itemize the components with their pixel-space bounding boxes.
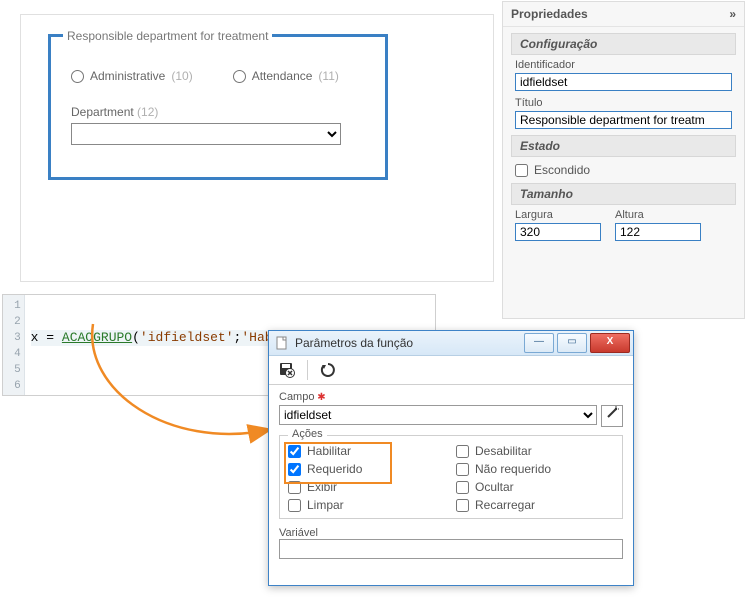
altura-label: Altura <box>615 209 701 221</box>
opt-habilitar[interactable]: Habilitar <box>288 444 446 458</box>
section-tamanho: Tamanho <box>511 183 736 205</box>
radio-attendance[interactable]: Attendance (11) <box>233 69 339 83</box>
opt-requerido[interactable]: Requerido <box>288 462 446 476</box>
opt-limpar[interactable]: Limpar <box>288 498 446 512</box>
section-configuracao: Configuração <box>511 33 736 55</box>
campo-select[interactable]: idfieldset <box>279 405 597 425</box>
variavel-input[interactable] <box>279 539 623 559</box>
variavel-label: Variável <box>279 527 623 539</box>
department-ord: (12) <box>137 105 158 119</box>
opt-desabilitar[interactable]: Desabilitar <box>456 444 614 458</box>
collapse-icon[interactable]: » <box>729 2 736 26</box>
opt-recarregar[interactable]: Recarregar <box>456 498 614 512</box>
identificador-input[interactable] <box>515 73 732 91</box>
department-label: Department <box>71 105 134 119</box>
identificador-label: Identificador <box>515 59 732 71</box>
radio-administrative-ord: (10) <box>171 69 192 83</box>
form-preview-panel: Responsible department for treatment Adm… <box>20 14 494 282</box>
document-icon <box>275 336 289 350</box>
habilitar-checkbox[interactable] <box>288 445 301 458</box>
properties-title: Propriedades <box>511 2 588 26</box>
escondido-label: Escondido <box>534 163 590 177</box>
acoes-fieldset: Ações Habilitar Desabilitar Requerido Nã… <box>279 435 623 519</box>
toolbar-separator <box>307 360 308 380</box>
titulo-input[interactable] <box>515 111 732 129</box>
nao-requerido-checkbox[interactable] <box>456 463 469 476</box>
annotation-arrow-icon <box>78 320 298 470</box>
department-select[interactable] <box>71 123 341 145</box>
limpar-checkbox[interactable] <box>288 499 301 512</box>
minimize-button[interactable]: — <box>524 333 554 353</box>
recarregar-checkbox[interactable] <box>456 499 469 512</box>
save-close-icon[interactable] <box>275 358 299 382</box>
radio-administrative-label: Administrative <box>90 69 165 83</box>
largura-label: Largura <box>515 209 601 221</box>
largura-input[interactable] <box>515 223 601 241</box>
properties-panel: Propriedades » Configuração Identificado… <box>502 1 745 319</box>
radio-administrative-input[interactable] <box>71 70 84 83</box>
dialog-title: Parâmetros da função <box>295 336 413 350</box>
code-gutter: 1 2 3 4 5 6 <box>3 295 25 395</box>
dialog-titlebar[interactable]: Parâmetros da função — ▭ X <box>269 331 633 356</box>
radio-attendance-label: Attendance <box>252 69 313 83</box>
escondido-checkbox[interactable] <box>515 164 528 177</box>
radio-administrative[interactable]: Administrative (10) <box>71 69 193 83</box>
refresh-icon[interactable] <box>316 358 340 382</box>
ocultar-checkbox[interactable] <box>456 481 469 494</box>
campo-label: Campo <box>279 391 314 403</box>
opt-ocultar[interactable]: Ocultar <box>456 480 614 494</box>
function-params-dialog: Parâmetros da função — ▭ X Campo ✱ idfie… <box>268 330 634 586</box>
required-icon: ✱ <box>314 392 325 403</box>
wand-button[interactable] <box>601 405 623 427</box>
fieldset-selected[interactable]: Responsible department for treatment Adm… <box>48 34 388 180</box>
dialog-toolbar <box>269 356 633 385</box>
titulo-label: Título <box>515 97 732 109</box>
radio-attendance-ord: (11) <box>318 69 338 83</box>
radio-attendance-input[interactable] <box>233 70 246 83</box>
desabilitar-checkbox[interactable] <box>456 445 469 458</box>
opt-exibir[interactable]: Exibir <box>288 480 446 494</box>
opt-nao-requerido[interactable]: Não requerido <box>456 462 614 476</box>
exibir-checkbox[interactable] <box>288 481 301 494</box>
section-estado: Estado <box>511 135 736 157</box>
close-button[interactable]: X <box>590 333 630 353</box>
requerido-checkbox[interactable] <box>288 463 301 476</box>
altura-input[interactable] <box>615 223 701 241</box>
acoes-legend: Ações <box>288 428 327 440</box>
maximize-button[interactable]: ▭ <box>557 333 587 353</box>
fieldset-legend: Responsible department for treatment <box>63 29 272 43</box>
